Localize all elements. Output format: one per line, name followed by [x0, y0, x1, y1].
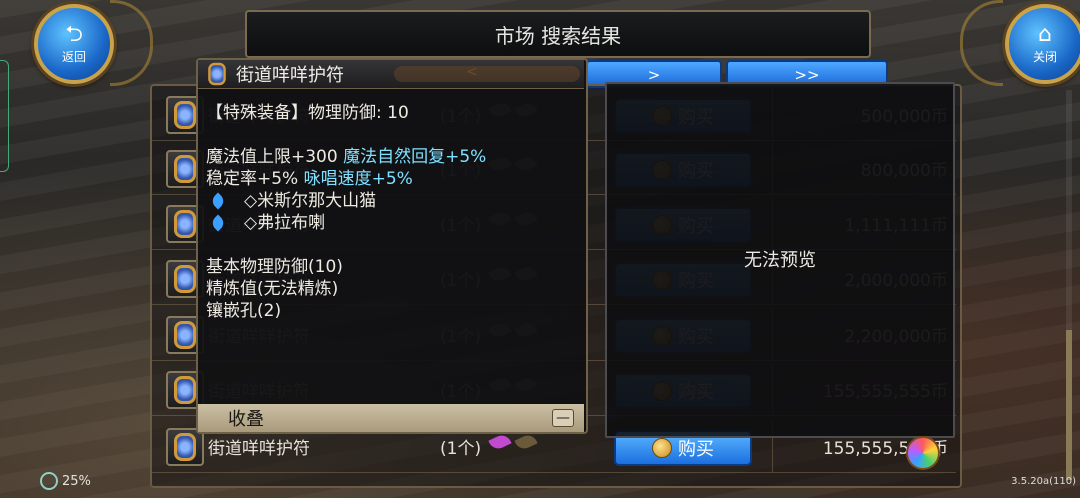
buy-label: 购买 [678, 439, 714, 460]
item-name: 街道咩咩护符 [208, 439, 310, 459]
amulet-icon [174, 210, 196, 238]
back-button[interactable]: ⮌ 返回 [34, 4, 114, 84]
item-tooltip: 街道咩咩护符 < 【特殊装备】物理防御: 10 魔法值上限+300 魔法自然回复… [196, 58, 588, 434]
palette-icon[interactable] [906, 436, 940, 470]
collapse-bar[interactable]: 收叠 — [198, 404, 584, 432]
card-2-name: ◇弗拉布喇 [244, 213, 326, 233]
card-leaf-icon [488, 432, 512, 452]
tooltip-line-slots: 镶嵌孔(2) [206, 301, 282, 321]
edge-handle[interactable] [0, 60, 9, 172]
amulet-icon [174, 321, 196, 349]
collapse-label: 收叠 [228, 409, 264, 430]
tooltip-line-defense: 【特殊装备】物理防御: 10 [206, 103, 409, 123]
card-gem-icon [209, 192, 227, 210]
close-button[interactable]: ⌂ 关闭 [1005, 4, 1080, 84]
status-bar: 25% [40, 472, 91, 490]
amulet-icon [174, 155, 196, 183]
back-label: 返回 [61, 49, 86, 64]
close-label: 关闭 [1032, 49, 1057, 64]
tooltip-scroll-handle[interactable]: < [394, 64, 580, 82]
item-count: (1个) [440, 439, 482, 459]
amulet-icon [208, 62, 226, 86]
card-gem-icon [209, 214, 227, 232]
scrollbar-thumb[interactable] [1066, 330, 1072, 480]
page-title: 市场 搜索结果 [245, 10, 871, 58]
amulet-icon [174, 376, 196, 404]
preview-message: 无法预览 [744, 250, 816, 271]
version-label: 3.5.20a(110) [1011, 476, 1076, 487]
tooltip-prev-arrow: < [466, 64, 478, 80]
preview-panel: 无法预览 [605, 82, 955, 438]
back-arrow-icon: ⮌ [65, 21, 83, 47]
home-icon: ⌂ [1038, 21, 1052, 47]
battery-percent: 25% [62, 473, 91, 489]
card-leaf-icon [514, 432, 538, 452]
amulet-icon [174, 265, 196, 293]
amulet-icon [174, 433, 196, 461]
collapse-minus-icon[interactable]: — [552, 409, 574, 427]
amulet-icon [174, 101, 196, 129]
tooltip-header: 街道咩咩护符 < [198, 60, 584, 89]
tooltip-title: 街道咩咩护符 [236, 65, 344, 86]
tooltip-card-2: ◇弗拉布喇 [206, 208, 325, 233]
signal-icon [40, 472, 58, 490]
coin-icon [652, 438, 672, 458]
